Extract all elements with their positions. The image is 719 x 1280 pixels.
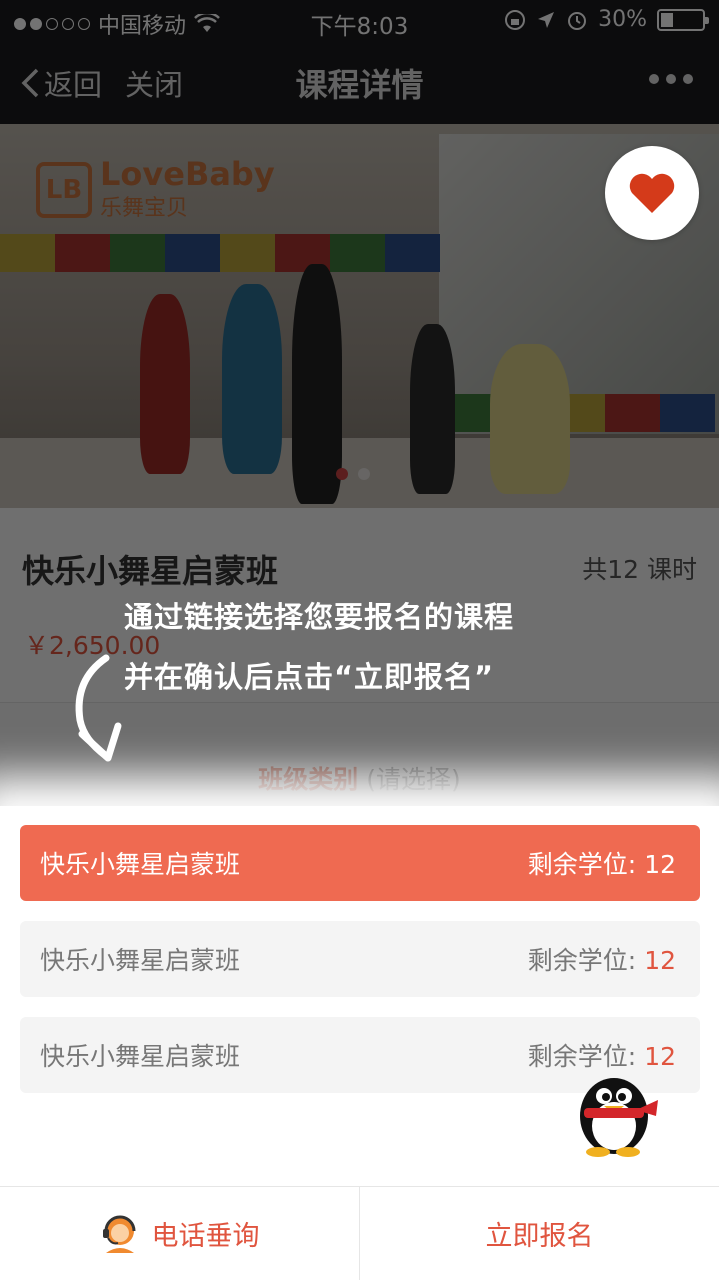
phone-inquiry-label: 电话垂询 [151,1221,260,1252]
alarm-icon [568,11,587,30]
carousel-indicator [336,468,370,480]
class-option-1[interactable]: 快乐小舞星启蒙班 剩余学位: 12 [20,825,700,901]
nav-bar: 返回 关闭 课程详情 [0,40,719,124]
class-option-2[interactable]: 快乐小舞星启蒙班 剩余学位: 12 [20,921,700,997]
class-category-hint: (请选择) [366,765,461,794]
annotation-arrow-icon [75,654,122,762]
bottom-action-bar: 电话垂询 立即报名 [0,1186,719,1280]
brand-name: LoveBaby [100,155,275,193]
lesson-count: 共12 课时 [582,555,697,584]
more-options-icon[interactable] [649,74,693,84]
page-title: 课程详情 [295,66,424,104]
heart-icon [629,173,675,213]
location-icon [538,11,555,28]
class-option-name: 快乐小舞星启蒙班 [40,1042,241,1071]
rotation-lock-icon [505,9,526,30]
class-option-seats: 剩余学位: 12 [527,850,676,879]
brand-logo: LB LoveBaby 乐舞宝贝 [36,158,275,222]
enroll-now-button[interactable]: 立即报名 [360,1187,719,1280]
class-option-name: 快乐小舞星启蒙班 [40,850,241,879]
battery-icon [657,8,709,31]
class-category-title: 班级类别 [258,765,359,794]
customer-service-icon [102,1215,135,1253]
favorite-button[interactable] [605,146,699,240]
class-option-seats: 剩余学位: 12 [527,946,676,975]
status-bar: 中国移动 下午8:03 30% [0,0,719,40]
brand-sub: 乐舞宝贝 [100,196,189,221]
battery-percent: 30% [598,7,647,32]
annotation-line-1: 通过链接选择您要报名的课程 [124,600,515,634]
annotation-line-2: 并在确认后点击“立即报名” [124,660,495,694]
class-option-name: 快乐小舞星启蒙班 [40,946,241,975]
phone-inquiry-button[interactable]: 电话垂询 [0,1187,360,1280]
course-title: 快乐小舞星启蒙班 [22,552,279,590]
qq-penguin-icon[interactable] [566,1060,666,1164]
enroll-now-label: 立即报名 [485,1221,594,1252]
